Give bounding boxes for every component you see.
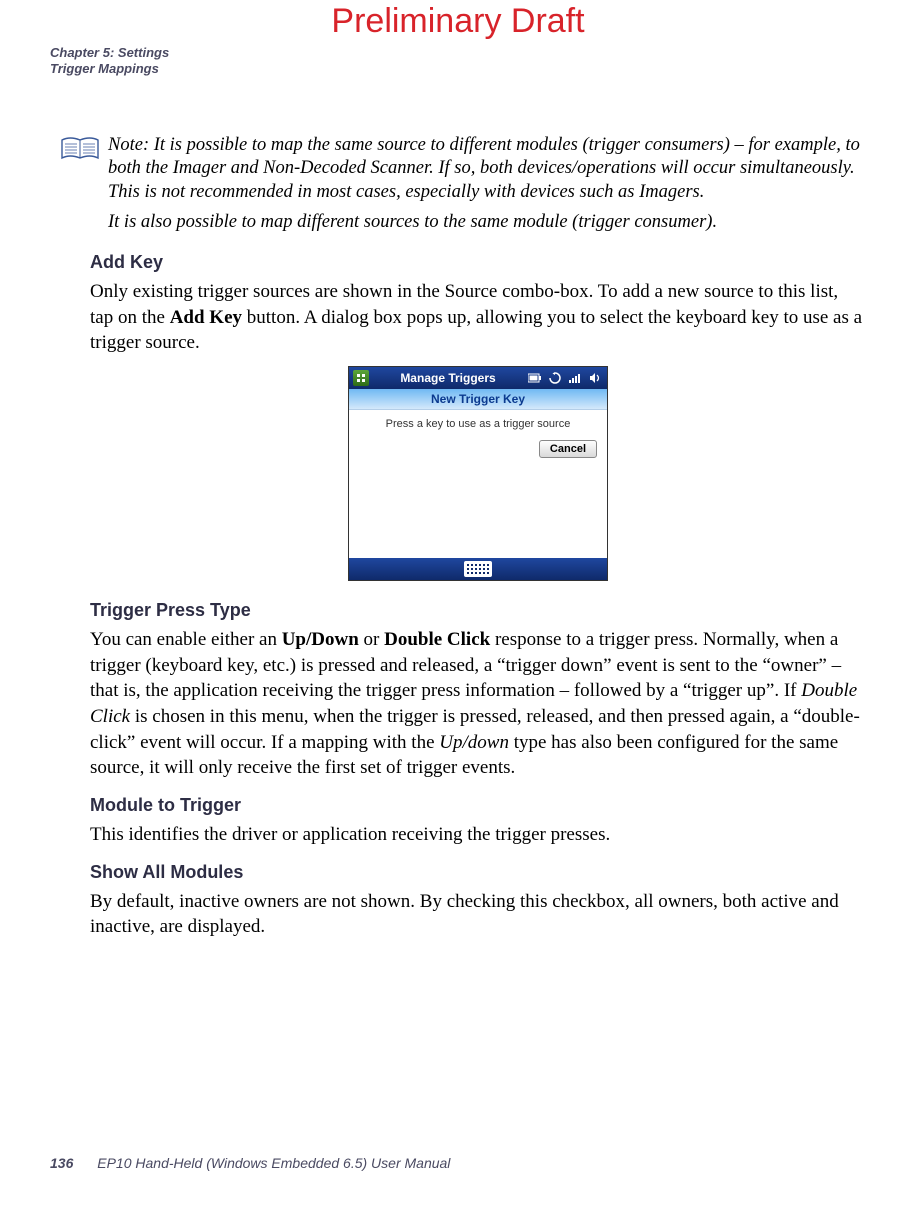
running-header: Chapter 5: Settings Trigger Mappings [50,45,866,78]
device-titlebar: Manage Triggers [349,367,607,389]
tp-t2: or [359,629,384,650]
note-text: Note: It is possible to map the same sou… [108,134,866,235]
start-icon[interactable] [353,370,369,386]
tp-b1: Up/Down [282,629,359,650]
dialog-titlebar: New Trigger Key [349,389,607,410]
sync-icon [547,371,563,385]
heading-module-to-trigger: Module to Trigger [90,795,866,816]
keyboard-icon[interactable] [464,561,492,577]
tp-t1: You can enable either an [90,629,282,650]
note-block: Note: It is possible to map the same sou… [60,134,866,235]
heading-add-key: Add Key [90,252,866,273]
titlebar-title: Manage Triggers [373,371,523,385]
footer-title: EP10 Hand-Held (Windows Embedded 6.5) Us… [97,1155,450,1171]
embedded-screenshot: Manage Triggers New Trigger Key [90,366,866,582]
page: Preliminary Draft Chapter 5: Settings Tr… [0,0,916,1209]
cancel-button[interactable]: Cancel [539,440,597,458]
note-para2: It is also possible to map different sou… [108,211,866,235]
page-number: 136 [50,1155,73,1171]
paragraph-add-key: Only existing trigger sources are shown … [90,279,866,356]
heading-trigger-press-type: Trigger Press Type [90,600,866,621]
tp-b2: Double Click [384,629,490,650]
book-icon [60,136,100,169]
dialog-prompt: Press a key to use as a trigger source [357,418,599,430]
heading-show-all-modules: Show All Modules [90,862,866,883]
page-footer: 136 EP10 Hand-Held (Windows Embedded 6.5… [50,1155,450,1171]
note-lead: Note: [108,135,149,155]
paragraph-module-to-trigger: This identifies the driver or applicatio… [90,822,866,848]
tp-i2: Up/down [439,732,509,753]
header-chapter: Chapter 5: Settings [50,45,866,61]
note-para1: It is possible to map the same source to… [108,135,860,202]
addkey-bold: Add Key [170,307,242,328]
device-frame: Manage Triggers New Trigger Key [348,366,608,581]
signal-icon [567,371,583,385]
volume-icon [587,371,603,385]
header-section: Trigger Mappings [50,61,866,77]
paragraph-show-all-modules: By default, inactive owners are not show… [90,889,866,940]
battery-icon [527,371,543,385]
watermark-text: Preliminary Draft [50,0,866,41]
device-bottombar [349,558,607,580]
paragraph-trigger-press: You can enable either an Up/Down or Doub… [90,627,866,781]
dialog-body: Press a key to use as a trigger source C… [349,410,607,558]
